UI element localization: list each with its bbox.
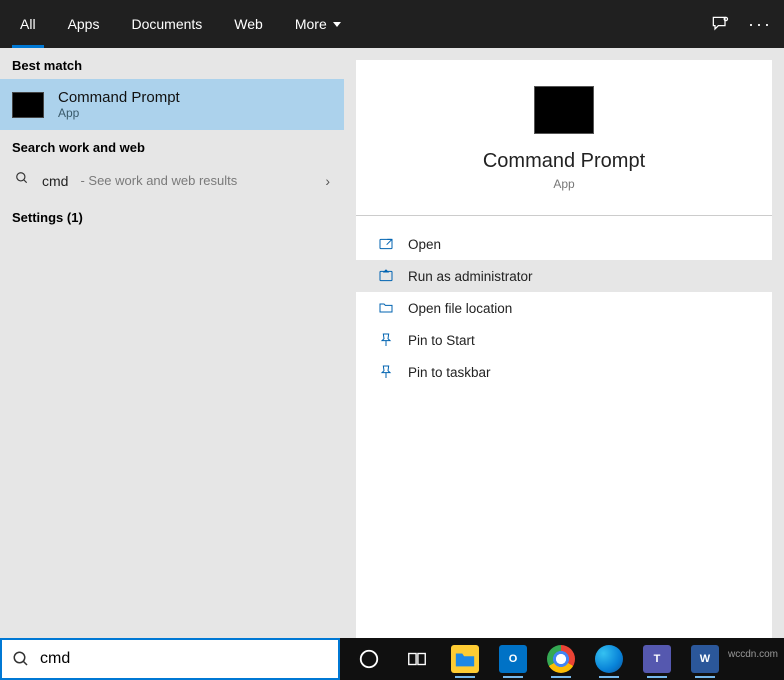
preview-panel: Command Prompt App Open Run as administr… (356, 60, 772, 638)
chrome-icon[interactable] (538, 639, 584, 679)
best-match-heading: Best match (0, 48, 344, 79)
tab-apps[interactable]: Apps (52, 0, 116, 48)
options-icon[interactable]: ··· (740, 0, 780, 48)
action-pin-taskbar[interactable]: Pin to taskbar (356, 356, 772, 388)
results-panel: Best match Command Prompt App Search wor… (0, 48, 344, 638)
preview-subtitle: App (553, 177, 574, 191)
tab-more[interactable]: More (279, 0, 357, 48)
tab-documents[interactable]: Documents (115, 0, 218, 48)
action-run-admin[interactable]: Run as administrator (356, 260, 772, 292)
search-scope-tabs: All Apps Documents Web More ··· (0, 0, 784, 48)
chevron-down-icon (333, 22, 341, 27)
word-icon[interactable]: W (682, 639, 728, 679)
cmd-prompt-icon (534, 86, 594, 134)
search-icon (14, 171, 30, 190)
result-subtitle: App (58, 106, 180, 120)
cortana-icon[interactable] (346, 639, 392, 679)
web-search-result[interactable]: cmd - See work and web results › (0, 161, 344, 200)
search-icon (12, 650, 30, 668)
task-view-icon[interactable] (394, 639, 440, 679)
watermark: wccdn.com (728, 649, 778, 660)
chevron-right-icon: › (325, 173, 330, 189)
preview-title: Command Prompt (483, 150, 645, 173)
outlook-icon[interactable]: O (490, 639, 536, 679)
search-box[interactable] (0, 638, 340, 680)
tab-web[interactable]: Web (218, 0, 279, 48)
web-query: cmd (42, 173, 68, 189)
search-web-heading: Search work and web (0, 130, 344, 161)
edge-icon[interactable] (586, 639, 632, 679)
search-input[interactable] (40, 650, 328, 668)
taskbar: O T W (340, 638, 784, 680)
feedback-icon[interactable] (700, 0, 740, 48)
file-explorer-icon[interactable] (442, 639, 488, 679)
cmd-prompt-icon (12, 92, 44, 118)
best-match-result[interactable]: Command Prompt App (0, 79, 344, 130)
action-open[interactable]: Open (356, 228, 772, 260)
result-title: Command Prompt (58, 89, 180, 106)
web-hint: - See work and web results (80, 173, 237, 188)
settings-heading: Settings (1) (0, 200, 344, 231)
action-pin-start[interactable]: Pin to Start (356, 324, 772, 356)
action-open-location[interactable]: Open file location (356, 292, 772, 324)
teams-icon[interactable]: T (634, 639, 680, 679)
tab-all[interactable]: All (4, 0, 52, 48)
